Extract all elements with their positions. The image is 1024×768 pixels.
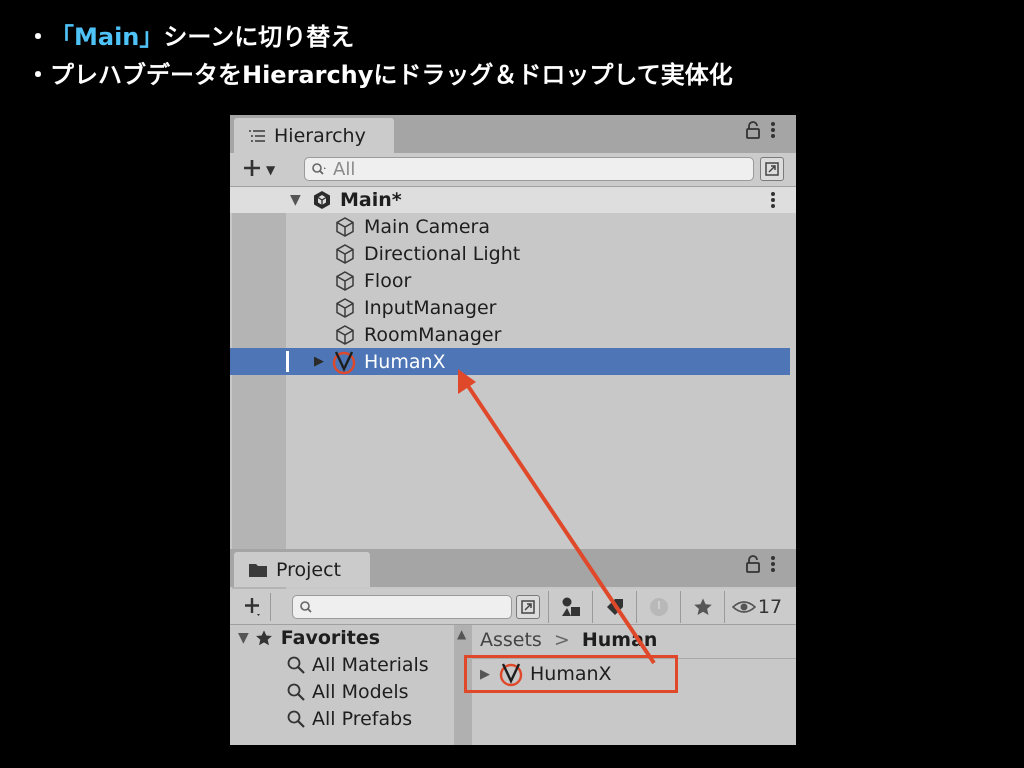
bullet-1: ・「Main」シーンに切り替え	[26, 23, 355, 51]
highlight-main: 「Main」	[50, 23, 164, 51]
arrow-head-icon	[458, 369, 476, 394]
slide-bullets: ・「Main」シーンに切り替え ・プレハブデータをHierarchyにドラッグ＆…	[26, 18, 733, 94]
drag-arrow-annotation	[458, 369, 656, 665]
bullet-2: ・プレハブデータをHierarchyにドラッグ＆ドロップして実体化	[26, 61, 733, 89]
unity-editor: Hierarchy ▼ All ▼ Main* Main Camera Dire…	[230, 115, 796, 745]
